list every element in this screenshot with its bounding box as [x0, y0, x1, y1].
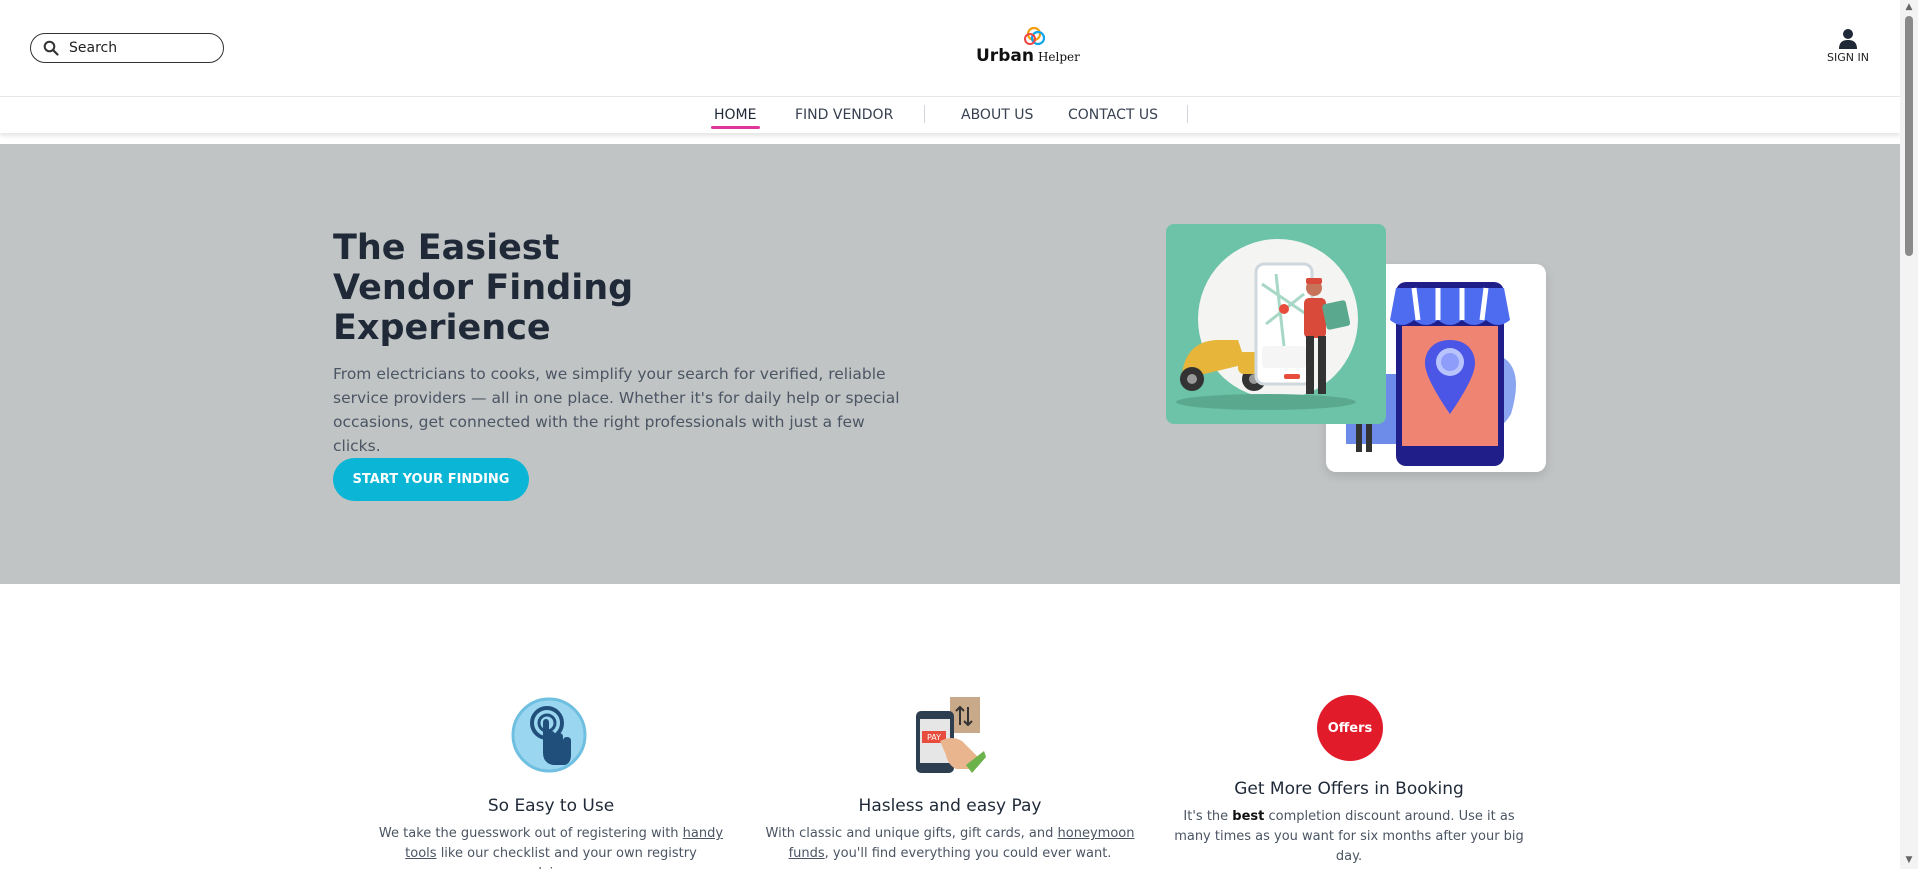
feature-bold-text: best	[1232, 809, 1265, 824]
feature-easy-to-use: So Easy to Use We take the guesswork out…	[378, 796, 724, 869]
sign-in-button[interactable]: SIGN IN	[1820, 28, 1876, 64]
logo-mark-icon	[1024, 26, 1046, 46]
scrollbar-thumb[interactable]	[1905, 16, 1913, 256]
logo[interactable]: Urban Helper	[976, 24, 1086, 74]
feature-text: We take the guesswork out of registering…	[378, 826, 683, 841]
main-nav: HOME FIND VENDOR ABOUT US CONTACT US	[0, 96, 1900, 133]
hero-title-line: The Easiest	[333, 228, 560, 268]
scroll-down-arrow-icon[interactable]: ▼	[1904, 855, 1914, 865]
feature-text: It's the	[1183, 809, 1233, 824]
svg-text:PAY: PAY	[927, 733, 941, 742]
offers-badge-icon: Offers	[1317, 695, 1383, 761]
sign-in-label: SIGN IN	[1827, 51, 1869, 64]
header: UrbanHelper SIGN IN	[0, 0, 1900, 96]
user-icon	[1839, 29, 1857, 49]
feature-description: We take the guesswork out of registering…	[378, 824, 724, 869]
nav-home[interactable]: HOME	[714, 107, 756, 123]
feature-title: So Easy to Use	[487, 796, 615, 816]
nav-find-vendor[interactable]: FIND VENDOR	[795, 107, 893, 123]
logo-primary-text: Urban	[976, 46, 1034, 66]
feature-description: With classic and unique gifts, gift card…	[764, 824, 1136, 864]
feature-easy-pay: Hasless and easy Pay With classic and un…	[764, 796, 1136, 864]
feature-title: Hasless and easy Pay	[858, 796, 1042, 816]
scroll-up-arrow-icon[interactable]: ▲	[1904, 2, 1914, 12]
delivery-illustration-icon	[1176, 239, 1358, 410]
page: UrbanHelper SIGN IN HOME FIND VENDOR ABO…	[0, 0, 1918, 869]
hero-section: The Easiest Vendor Finding Experience Fr…	[0, 144, 1900, 584]
feature-text: , you'll find everything you could ever …	[824, 846, 1112, 861]
nav-divider	[924, 105, 925, 123]
tap-hand-icon	[511, 697, 587, 773]
hero-title: The Easiest Vendor Finding Experience	[333, 228, 733, 348]
search-icon	[43, 40, 59, 56]
pay-phone-icon: PAY	[916, 697, 986, 773]
hero-title-line: Experience	[333, 308, 551, 348]
nav-active-indicator	[711, 126, 760, 129]
start-finding-button[interactable]: START YOUR FINDING	[333, 458, 529, 501]
feature-text: With classic and unique gifts, gift card…	[765, 826, 1058, 841]
feature-text: like our checklist and your own registry…	[440, 846, 697, 869]
feature-description: It's the best completion discount around…	[1166, 807, 1532, 867]
vertical-scrollbar[interactable]: ▲ ▼	[1900, 0, 1918, 869]
feature-title: Get More Offers in Booking	[1234, 779, 1464, 799]
hero-title-line: Vendor Finding	[333, 268, 634, 308]
nav-about-us[interactable]: ABOUT US	[961, 107, 1033, 123]
nav-contact-us[interactable]: CONTACT US	[1068, 107, 1158, 123]
offers-badge-label: Offers	[1327, 720, 1373, 736]
nav-divider	[1187, 105, 1188, 123]
delivery-illustration	[1166, 224, 1386, 424]
search-input[interactable]	[69, 40, 209, 56]
search-box[interactable]	[30, 33, 224, 63]
feature-more-offers: Get More Offers in Booking It's the best…	[1166, 779, 1532, 867]
hero-description: From electricians to cooks, we simplify …	[333, 365, 900, 455]
logo-secondary-text: Helper	[1037, 50, 1080, 64]
